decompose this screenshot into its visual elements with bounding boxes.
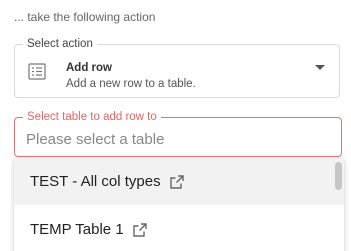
table-search-input[interactable] — [26, 131, 326, 148]
action-config-panel: ... take the following action Select act… — [0, 0, 351, 251]
select-action-dropdown[interactable]: Select action Add row Add a new row to a… — [14, 37, 340, 98]
table-option-label: TEMP Table 1 — [30, 221, 124, 238]
select-table-field[interactable]: Select table to add row to — [14, 110, 342, 157]
action-title: Add row — [66, 62, 112, 74]
intro-text: ... take the following action — [14, 10, 156, 24]
table-option-label: TEST - All col types — [30, 173, 161, 190]
caret-down-icon[interactable] — [315, 65, 325, 70]
table-options-list: TEST - All col types TEMP Table 1 — [14, 158, 344, 251]
external-link-icon[interactable] — [169, 174, 185, 190]
list-table-icon — [28, 63, 46, 80]
select-action-label: Select action — [23, 37, 97, 51]
dropdown-scrollbar[interactable] — [335, 162, 342, 190]
action-description: Add a new row to a table. — [66, 78, 196, 90]
table-option[interactable]: TEMP Table 1 — [14, 206, 344, 251]
select-table-label: Select table to add row to — [23, 110, 161, 124]
table-option[interactable]: TEST - All col types — [14, 158, 344, 205]
external-link-icon[interactable] — [132, 222, 148, 238]
